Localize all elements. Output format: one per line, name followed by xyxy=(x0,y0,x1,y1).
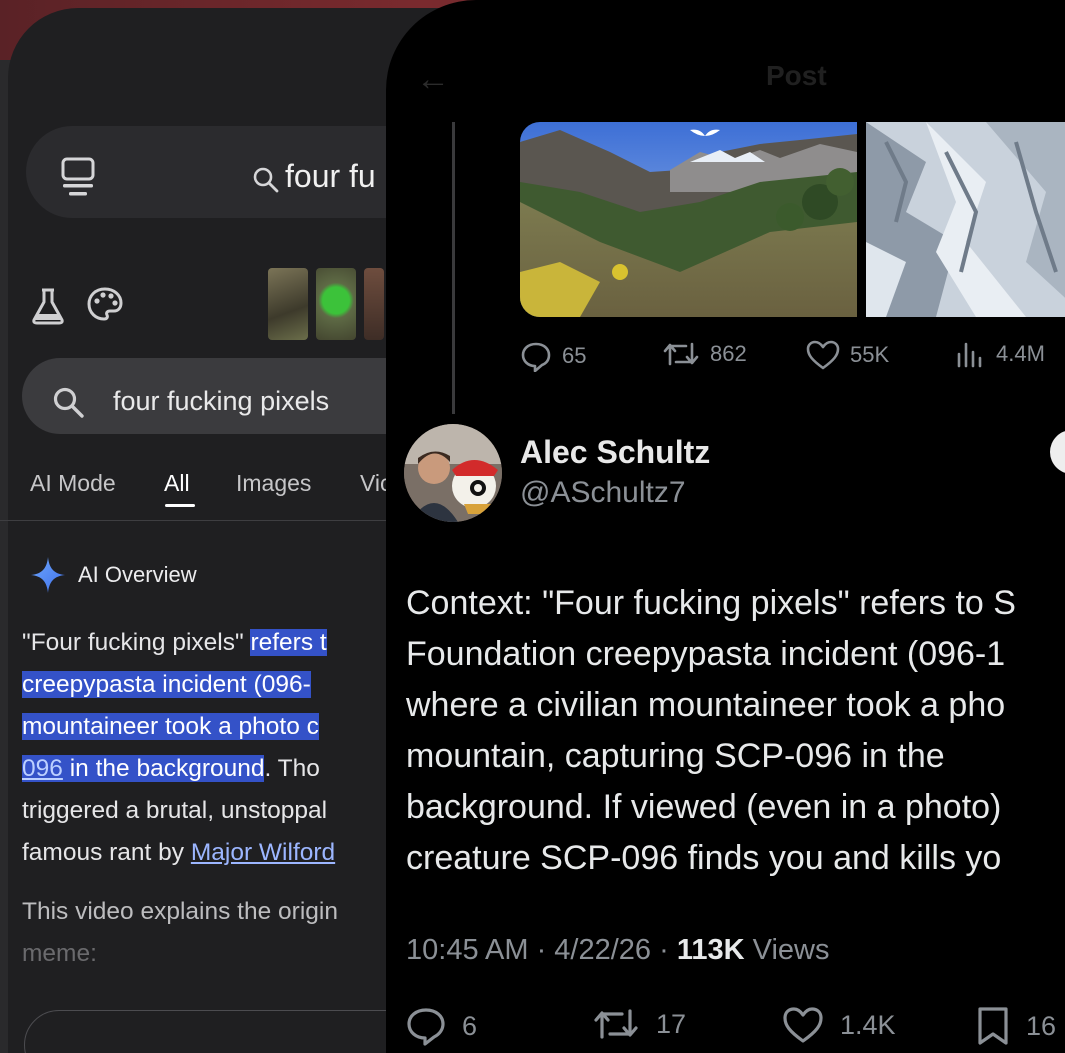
post-body-line: mountain, capturing SCP-096 in the xyxy=(406,737,945,775)
heart-icon xyxy=(806,340,840,370)
overview-highlight: in the background xyxy=(62,755,265,782)
overview-text: famous rant by xyxy=(22,839,191,866)
quoted-like-count[interactable]: 55K xyxy=(806,340,889,370)
post-body-line: Foundation creepypasta incident (096-1 xyxy=(406,635,1006,673)
repost-count: 862 xyxy=(710,341,747,366)
tab-ai-mode[interactable]: AI Mode xyxy=(30,470,116,497)
bookmark-icon xyxy=(978,1007,1008,1045)
post-body-line: background. If viewed (even in a photo) xyxy=(406,788,1002,826)
like-button[interactable]: 1.4K xyxy=(782,1006,896,1044)
back-arrow-icon[interactable]: ← xyxy=(416,60,450,99)
repost-icon xyxy=(663,342,699,366)
quoted-view-count[interactable]: 4.4M xyxy=(956,340,1045,368)
overview-line-6: famous rant by Major Wilford xyxy=(22,832,335,874)
reply-icon xyxy=(407,1008,445,1046)
top-search-query[interactable]: four fu xyxy=(285,158,376,195)
repost-icon xyxy=(594,1009,638,1039)
reply-count: 6 xyxy=(462,1010,478,1041)
post-views-count: 113K xyxy=(676,934,745,966)
overview-text: "Four fucking pixels" xyxy=(22,629,251,656)
analytics-icon xyxy=(957,342,982,368)
tab-all-underline xyxy=(165,504,195,507)
overview-text: . Tho xyxy=(264,755,320,782)
overview-highlight: mountaineer took a photo c xyxy=(22,713,319,740)
follow-button[interactable] xyxy=(1050,430,1065,474)
overview-line-5: triggered a brutal, unstoppal xyxy=(22,797,328,824)
major-wilford-link[interactable]: Major Wilford xyxy=(191,839,335,866)
tab-images[interactable]: Images xyxy=(236,470,311,497)
like-count: 55K xyxy=(850,342,890,367)
doodle-thumbnail-3[interactable] xyxy=(364,268,384,340)
doodle-thumbnail-1[interactable] xyxy=(268,268,308,340)
post-views-label: Views xyxy=(744,934,830,966)
overview-highlight: creepypasta incident (096- xyxy=(22,671,311,698)
bookmark-count: 16 xyxy=(1026,1010,1057,1041)
tab-all[interactable]: All xyxy=(164,470,190,497)
post-header-title: Post xyxy=(766,60,827,91)
view-count: 4.4M xyxy=(996,341,1045,366)
mountain-valley-photo[interactable] xyxy=(520,122,857,317)
video-explainer-text: This video explains the origin xyxy=(22,898,338,925)
author-handle[interactable]: @ASchultz7 xyxy=(520,476,686,510)
overview-line-2: creepypasta incident (096- xyxy=(22,664,311,706)
reply-icon xyxy=(521,342,551,372)
scp-096-link[interactable]: 096 xyxy=(22,755,63,782)
ai-overview-title: AI Overview xyxy=(78,562,197,587)
reply-button[interactable]: 6 xyxy=(406,1006,477,1046)
bookmark-button[interactable]: 16 xyxy=(976,1006,1056,1046)
post-body-line: creature SCP-096 finds you and kills yo xyxy=(406,839,1002,877)
overview-line-3: mountaineer took a photo c xyxy=(22,706,319,748)
overview-line-1: "Four fucking pixels" refers t xyxy=(22,622,327,664)
doodle-thumbnail-2[interactable] xyxy=(316,268,356,340)
heart-icon xyxy=(783,1007,823,1043)
thread-connector-line xyxy=(452,122,455,414)
repost-count: 17 xyxy=(656,1008,687,1039)
like-count: 1.4K xyxy=(840,1009,896,1040)
quoted-repost-count[interactable]: 862 xyxy=(662,340,747,368)
reply-count: 65 xyxy=(562,343,587,368)
overview-line-4: 096 in the background. Tho xyxy=(22,748,320,790)
repost-button[interactable]: 17 xyxy=(592,1006,686,1042)
avatar[interactable] xyxy=(404,424,502,522)
post-meta: 10:45 AM · 4/22/26 · 113K Views xyxy=(406,934,829,967)
post-body-line: Context: "Four fucking pixels" refers to… xyxy=(406,584,1016,622)
video-explainer-text-faded: meme: xyxy=(22,940,97,967)
quoted-reply-count[interactable]: 65 xyxy=(520,340,586,372)
post-body-line: where a civilian mountaineer took a pho xyxy=(406,686,1006,724)
search-input[interactable]: four fucking pixels xyxy=(113,386,329,417)
post-timestamp: 10:45 AM · 4/22/26 · xyxy=(406,934,677,966)
snowy-mountain-photo[interactable] xyxy=(866,122,1065,317)
author-name[interactable]: Alec Schultz xyxy=(520,434,710,471)
x-phone-screen: ← Post 65 862 55K 4.4M Alec Schultz @ASc… xyxy=(386,0,1065,1053)
overview-highlight: refers t xyxy=(250,629,327,656)
